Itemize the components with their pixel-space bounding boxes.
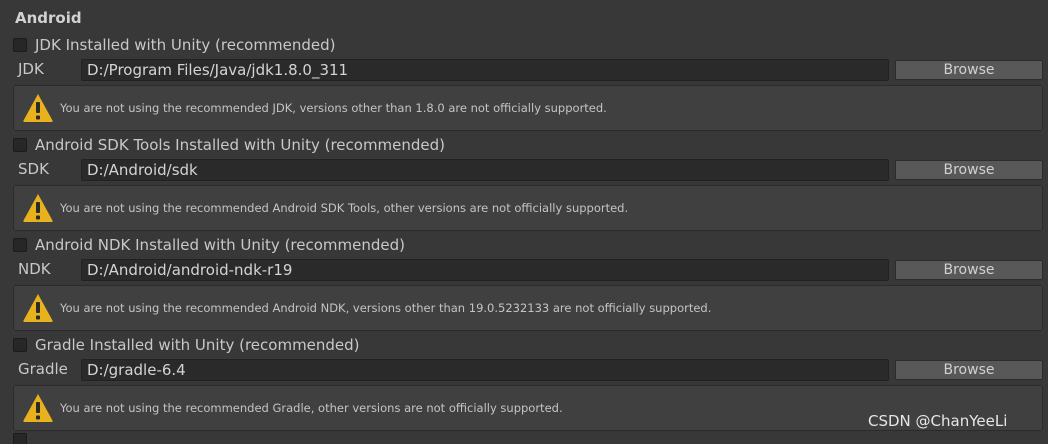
jdk-checkbox[interactable] (13, 38, 27, 52)
sdk-group: Android SDK Tools Installed with Unity (… (0, 135, 1048, 235)
watermark: CSDN @ChanYeeLi (868, 412, 1008, 430)
warning-triangle-icon (23, 294, 53, 322)
jdk-warning-box: You are not using the recommended JDK, v… (13, 85, 1043, 131)
gradle-browse-button[interactable]: Browse (895, 360, 1043, 380)
android-external-tools-panel: Android JDK Installed with Unity (recomm… (0, 0, 1048, 444)
ndk-path-field[interactable]: D:/Android/android-ndk-r19 (81, 259, 889, 281)
gradle-checkbox[interactable] (13, 338, 27, 352)
ndk-warning-text: You are not using the recommended Androi… (60, 301, 712, 315)
gradle-path-field[interactable]: D:/gradle-6.4 (81, 359, 889, 381)
next-option-row-cutoff (13, 432, 173, 444)
cutoff-checkbox[interactable] (13, 433, 27, 444)
ndk-path-row: NDK D:/Android/android-ndk-r19 Browse (0, 259, 1048, 281)
jdk-path-row: JDK D:/Program Files/Java/jdk1.8.0_311 B… (0, 59, 1048, 81)
ndk-installed-toggle[interactable]: Android NDK Installed with Unity (recomm… (13, 235, 405, 255)
jdk-browse-button[interactable]: Browse (895, 60, 1043, 80)
sdk-browse-button[interactable]: Browse (895, 160, 1043, 180)
sdk-checkbox-label: Android SDK Tools Installed with Unity (… (35, 136, 446, 154)
ndk-path-label: NDK (18, 260, 51, 278)
ndk-browse-button[interactable]: Browse (895, 260, 1043, 280)
sdk-path-field[interactable]: D:/Android/sdk (81, 159, 889, 181)
gradle-warning-text: You are not using the recommended Gradle… (60, 401, 563, 415)
sdk-installed-toggle[interactable]: Android SDK Tools Installed with Unity (… (13, 135, 445, 155)
warning-triangle-icon (23, 94, 53, 122)
sdk-path-row: SDK D:/Android/sdk Browse (0, 159, 1048, 181)
gradle-path-label: Gradle (18, 360, 68, 378)
section-title: Android (15, 9, 82, 27)
sdk-warning-text: You are not using the recommended Androi… (60, 201, 629, 215)
sdk-warning-box: You are not using the recommended Androi… (13, 185, 1043, 231)
gradle-installed-toggle[interactable]: Gradle Installed with Unity (recommended… (13, 335, 360, 355)
ndk-checkbox[interactable] (13, 238, 27, 252)
jdk-path-field[interactable]: D:/Program Files/Java/jdk1.8.0_311 (81, 59, 889, 81)
ndk-group: Android NDK Installed with Unity (recomm… (0, 235, 1048, 335)
ndk-warning-box: You are not using the recommended Androi… (13, 285, 1043, 331)
jdk-checkbox-label: JDK Installed with Unity (recommended) (35, 36, 336, 54)
sdk-path-label: SDK (18, 160, 49, 178)
jdk-group: JDK Installed with Unity (recommended) J… (0, 35, 1048, 135)
warning-triangle-icon (23, 194, 53, 222)
gradle-checkbox-label: Gradle Installed with Unity (recommended… (35, 336, 360, 354)
warning-triangle-icon (23, 394, 53, 422)
jdk-installed-toggle[interactable]: JDK Installed with Unity (recommended) (13, 35, 335, 55)
jdk-path-label: JDK (18, 60, 44, 78)
ndk-checkbox-label: Android NDK Installed with Unity (recomm… (35, 236, 406, 254)
gradle-path-row: Gradle D:/gradle-6.4 Browse (0, 359, 1048, 381)
jdk-warning-text: You are not using the recommended JDK, v… (60, 101, 607, 115)
sdk-checkbox[interactable] (13, 138, 27, 152)
